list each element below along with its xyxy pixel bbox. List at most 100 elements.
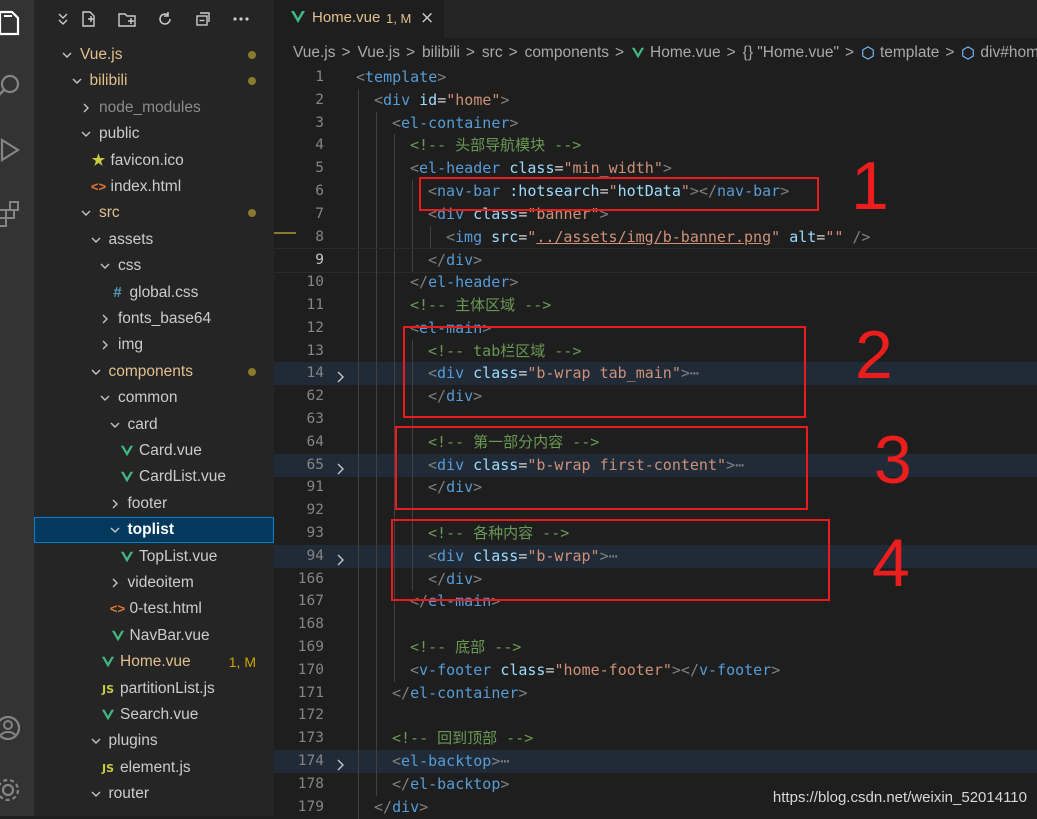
chevron-right-icon [108, 570, 122, 596]
more-icon[interactable] [230, 8, 252, 30]
code-line[interactable]: 1 <template> [274, 66, 1037, 89]
line-number: 179 [297, 798, 324, 815]
folder-public[interactable]: public [34, 121, 274, 147]
vue-file-icon [110, 623, 126, 649]
vue-file-icon [100, 649, 116, 675]
file-card-vue[interactable]: Card.vue [34, 438, 274, 464]
explorer-icon[interactable] [0, 0, 34, 40]
code-line[interactable]: 10 </el-header> [274, 271, 1037, 295]
line-number: 91 [306, 479, 324, 496]
folder-fonts-base64[interactable]: fonts_base64 [34, 306, 274, 332]
indent-guide [376, 157, 377, 181]
folder-components[interactable]: components [34, 359, 274, 385]
breadcrumb-separator: > [406, 44, 416, 61]
code-line[interactable]: 3 <el-container> [274, 111, 1037, 135]
file-navbar-vue[interactable]: NavBar.vue [34, 623, 274, 649]
modified-dot-icon [248, 209, 256, 218]
line-number: 93 [306, 525, 324, 541]
folder-footer[interactable]: footer [34, 491, 274, 517]
folder-videoitem[interactable]: videoitem [34, 570, 274, 596]
breadcrumb-item[interactable]: Vue.js [358, 44, 401, 62]
folder-img[interactable]: img [34, 332, 274, 358]
folder-bilibili[interactable]: bilibili [34, 68, 274, 94]
code-line[interactable]: 168 [274, 613, 1037, 637]
explorer-toolbar [34, 0, 274, 38]
folder-card[interactable]: card [34, 412, 274, 438]
line-number: 64 [306, 433, 324, 450]
chevron-down-icon [60, 42, 74, 68]
collapse-icon[interactable] [52, 8, 74, 30]
breadcrumb-item[interactable]: Vue.js [293, 44, 336, 62]
file-cardlist-vue[interactable]: CardList.vue [34, 464, 274, 490]
tree-item-label: favicon.ico [110, 151, 184, 169]
tree-item-label: common [118, 389, 178, 407]
file-toplist-vue[interactable]: TopList.vue [34, 544, 274, 570]
code-line[interactable]: 171 </el-container> [274, 681, 1037, 705]
breadcrumb-item[interactable]: {} "Home.vue" [743, 44, 839, 62]
chevron-down-icon [70, 68, 84, 94]
file-index-html[interactable]: <> index.html [34, 174, 274, 200]
breadcrumb-item[interactable]: template [880, 44, 939, 62]
code-line[interactable]: 174 <el-backtop>⋯ [274, 750, 1037, 773]
refresh-icon[interactable] [154, 8, 176, 30]
account-icon[interactable] [0, 706, 34, 746]
indent-guide [358, 157, 359, 181]
folder-css[interactable]: css [34, 253, 274, 279]
chevron-down-icon [89, 781, 103, 807]
line-number: 3 [315, 114, 324, 131]
file-search-vue[interactable]: Search.vue [34, 702, 274, 728]
breadcrumb-item[interactable]: src [482, 44, 503, 62]
line-number: 166 [297, 570, 324, 587]
breadcrumb-item[interactable]: bilibili [422, 44, 460, 62]
code-line[interactable]: 9 </div> [274, 248, 1037, 274]
code-line[interactable]: 173 <!-- 回到顶部 --> [274, 727, 1037, 751]
tree-item-label: public [99, 125, 140, 143]
breadcrumb-item[interactable]: div#home [980, 44, 1037, 62]
new-folder-icon[interactable] [116, 8, 138, 30]
code-line[interactable]: 8 <img src="../assets/img/b-banner.png" a… [274, 225, 1037, 249]
file-0-test-html[interactable]: <> 0-test.html [34, 596, 274, 622]
breadcrumb-item[interactable]: components [525, 44, 609, 62]
indent-guide [430, 225, 431, 249]
folder-vue-js[interactable]: Vue.js [34, 42, 274, 68]
chevron-right-icon [108, 491, 122, 517]
file-partitionlist-js[interactable]: JS partitionList.js [34, 676, 274, 702]
indent-guide [358, 476, 359, 500]
folder-common[interactable]: common [34, 385, 274, 411]
folder-toplist[interactable]: toplist [34, 517, 274, 544]
breadcrumb-item[interactable]: Home.vue [650, 44, 721, 62]
folder-src[interactable]: src [34, 200, 274, 226]
code-line[interactable]: 172 [274, 704, 1037, 728]
indent-guide [376, 453, 377, 477]
indent-guide [376, 658, 377, 682]
indent-guide [376, 180, 377, 203]
code-line[interactable]: 11 <!-- 主体区域 --> [274, 294, 1037, 317]
folder-assets[interactable]: assets [34, 227, 274, 253]
indent-guide [394, 658, 395, 682]
tab-home-vue[interactable]: Home.vue 1, M × [274, 0, 444, 38]
close-icon[interactable]: × [420, 8, 434, 28]
folder-plugins[interactable]: plugins [34, 728, 274, 754]
new-file-icon[interactable] [78, 8, 100, 30]
search-icon[interactable] [0, 64, 34, 104]
manage-gear-icon[interactable] [0, 768, 34, 808]
file-home-vue[interactable]: Home.vue 1, M [34, 649, 274, 675]
code-line[interactable]: 4 <!-- 头部导航模块 --> [274, 134, 1037, 158]
run-debug-icon[interactable] [0, 128, 34, 168]
file-global-css[interactable]: # global.css [34, 280, 274, 306]
code-line[interactable]: 169 <!-- 底部 --> [274, 636, 1037, 659]
breadcrumb-separator: > [726, 44, 736, 61]
tree-item-label: node_modules [99, 98, 201, 116]
indent-guide [394, 613, 395, 637]
tree-item-label: router [108, 785, 150, 803]
code-line[interactable]: 2 <div id="home"> [274, 88, 1037, 112]
indent-guide [358, 225, 359, 249]
file-element-js[interactable]: JS element.js [34, 755, 274, 781]
folder-node-modules[interactable]: node_modules [34, 95, 274, 121]
folder-router[interactable]: router [34, 781, 274, 807]
html-file-icon: <> [90, 179, 107, 194]
code-line[interactable]: 170 <v-footer class="home-footer"></v-foo… [274, 658, 1037, 682]
collapse-all-icon[interactable] [192, 8, 214, 30]
extensions-icon[interactable] [0, 190, 34, 230]
file-favicon-ico[interactable]: ★ favicon.ico [34, 148, 274, 174]
